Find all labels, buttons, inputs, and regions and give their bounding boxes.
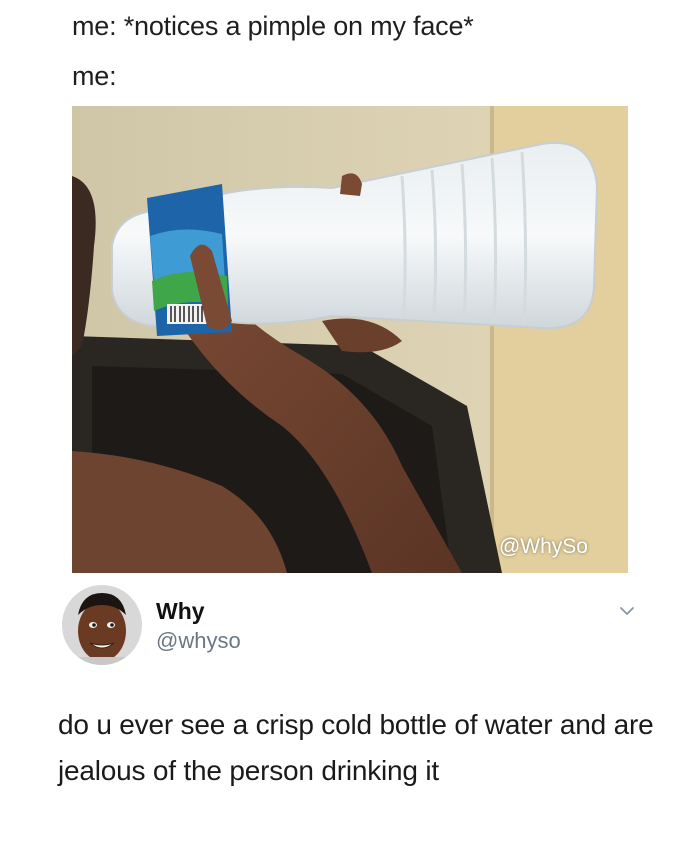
caption-line-1: me: *notices a pimple on my face*	[72, 11, 474, 41]
user-handle[interactable]: @whyso	[156, 628, 241, 654]
display-name[interactable]: Why	[156, 598, 205, 625]
avatar[interactable]	[62, 585, 142, 665]
meme-photo: @WhySo	[72, 106, 628, 573]
watermark-text: @WhySo	[498, 535, 588, 558]
chevron-down-icon[interactable]	[616, 600, 638, 622]
caption-line-2: me:	[72, 61, 117, 91]
avatar-face-icon	[62, 585, 142, 665]
photo-illustration	[72, 106, 628, 573]
tweet-text: do u ever see a crisp cold bottle of wat…	[58, 709, 654, 786]
